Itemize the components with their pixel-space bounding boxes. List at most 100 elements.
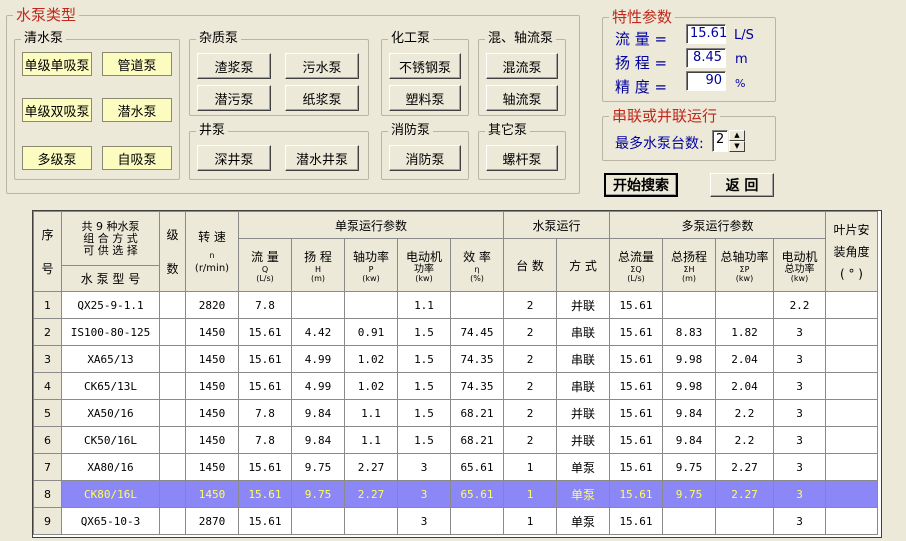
total-shaft-power-cell: 2.2 — [715, 399, 774, 427]
blade-angle-cell — [825, 507, 878, 535]
total-flow-cell: 15.61 — [609, 318, 663, 346]
table-row[interactable]: 8 CK80/16L 1450 15.61 9.75 2.27 3 65.61 1 单泵 15.61… — [33, 480, 878, 508]
table-row[interactable]: 1 QX25-9-1.1 2820 7.8 1.1 2 并联 15.61 2.2 — [33, 291, 878, 319]
table-row[interactable]: 9 QX65-10-3 2870 15.61 3 1 单泵 15.61 3 — [33, 507, 878, 535]
spin-down-button[interactable]: ▼ — [729, 141, 745, 152]
motor-power-cell: 3 — [397, 453, 451, 481]
pump-count-cell: 2 — [503, 345, 557, 373]
total-shaft-power-cell — [715, 507, 774, 535]
impurity-pump-title: 杂质泵 — [199, 31, 239, 46]
model-cell: QX65-10-3 — [61, 507, 160, 535]
submersible-pump-button[interactable]: 潜水泵 — [102, 98, 172, 122]
run-mode-cell: 串联 — [556, 318, 610, 346]
seq-cell: 2 — [33, 318, 62, 346]
efficiency-cell — [450, 291, 504, 319]
submersible-well-pump-button[interactable]: 潜水井泵 — [285, 145, 359, 171]
well-pump-title: 井泵 — [199, 123, 226, 138]
plastic-pump-button[interactable]: 塑料泵 — [389, 85, 461, 111]
motor-power-cell: 1.5 — [397, 345, 451, 373]
max-pump-count-input[interactable]: 2 — [712, 130, 728, 152]
efficiency-cell: 65.61 — [450, 453, 504, 481]
run-mode-cell: 单泵 — [556, 507, 610, 535]
motor-power-header: 电动机 功率 (kw) — [397, 238, 451, 292]
submersible-sewage-pump-button[interactable]: 潜污泵 — [197, 85, 271, 111]
total-head-cell: 9.84 — [662, 426, 716, 454]
pipeline-pump-button[interactable]: 管道泵 — [102, 52, 172, 76]
spin-down-icon: ▼ — [734, 142, 740, 150]
motor-power-cell: 1.5 — [397, 426, 451, 454]
flow-input[interactable]: 15.61 — [686, 24, 727, 44]
head-cell — [291, 291, 345, 319]
total-motor-power-cell: 3 — [773, 426, 826, 454]
seq-cell: 4 — [33, 372, 62, 400]
self-priming-pump-button[interactable]: 自吸泵 — [102, 146, 172, 170]
total-flow-cell: 15.61 — [609, 480, 663, 508]
total-flow-header: 总流量 ΣQ (L/s) — [609, 238, 663, 292]
motor-power-cell: 1.5 — [397, 372, 451, 400]
run-mode-cell: 单泵 — [556, 480, 610, 508]
deep-well-pump-button[interactable]: 深井泵 — [197, 145, 271, 171]
pump-count-cell: 2 — [503, 291, 557, 319]
back-button[interactable]: 返 回 — [710, 173, 774, 197]
single-stage-single-suction-button[interactable]: 单级单吸泵 — [22, 52, 92, 76]
seq-cell: 1 — [33, 291, 62, 319]
axial-flow-pump-button[interactable]: 轴流泵 — [486, 85, 558, 111]
pump-count-cell: 2 — [503, 318, 557, 346]
shaft-power-cell: 1.1 — [344, 426, 398, 454]
total-shaft-power-cell: 2.04 — [715, 372, 774, 400]
total-head-cell: 9.98 — [662, 372, 716, 400]
pump-count-cell: 2 — [503, 372, 557, 400]
seq-cell: 9 — [33, 507, 62, 535]
total-head-cell — [662, 507, 716, 535]
shaft-power-cell — [344, 507, 398, 535]
head-input[interactable]: 8.45 — [686, 48, 726, 68]
total-flow-cell: 15.61 — [609, 291, 663, 319]
sewage-pump-button[interactable]: 污水泵 — [285, 53, 359, 79]
stage-cell — [159, 372, 186, 400]
model-cell: XA65/13 — [61, 345, 160, 373]
efficiency-cell: 68.21 — [450, 399, 504, 427]
speed-header: 转 速 n (r/min) — [185, 211, 239, 292]
efficiency-cell — [450, 507, 504, 535]
total-flow-cell: 15.61 — [609, 345, 663, 373]
multistage-pump-button[interactable]: 多级泵 — [22, 146, 92, 170]
screw-pump-button[interactable]: 螺杆泵 — [486, 145, 558, 171]
head-cell: 9.75 — [291, 480, 345, 508]
blade-angle-cell — [825, 453, 878, 481]
mixed-flow-pump-button[interactable]: 混流泵 — [486, 53, 558, 79]
total-head-cell: 9.84 — [662, 399, 716, 427]
slurry-pump-button[interactable]: 渣浆泵 — [197, 53, 271, 79]
table-row[interactable]: 3 XA65/13 1450 15.61 4.99 1.02 1.5 74.35 2 串联 15.6… — [33, 345, 878, 373]
stainless-steel-pump-button[interactable]: 不锈钢泵 — [389, 53, 461, 79]
blade-angle-cell — [825, 345, 878, 373]
table-row[interactable]: 4 CK65/13L 1450 15.61 4.99 1.02 1.5 74.35 2 串联 15.… — [33, 372, 878, 400]
mode-header: 方 式 — [556, 238, 610, 292]
efficiency-header: 效 率 η (%) — [450, 238, 504, 292]
total-head-header: 总扬程 ΣH (m) — [662, 238, 716, 292]
result-table: 序号 共 9 种水泵组 合 方 式可 供 选 择 级数 转 速 n (r/min) … — [33, 211, 878, 535]
total-motor-power-cell: 3 — [773, 507, 826, 535]
motor-power-cell: 1.5 — [397, 318, 451, 346]
stage-cell — [159, 399, 186, 427]
pump-count-cell: 1 — [503, 507, 557, 535]
total-shaft-power-cell — [715, 291, 774, 319]
fire-pump-button[interactable]: 消防泵 — [389, 145, 461, 171]
precision-input[interactable]: 90 — [686, 71, 726, 91]
stage-cell — [159, 318, 186, 346]
table-row[interactable]: 5 XA50/16 1450 7.8 9.84 1.1 1.5 68.21 2 并联 15.61 9.… — [33, 399, 878, 427]
flow-cell: 7.8 — [238, 291, 292, 319]
paper-pulp-pump-button[interactable]: 纸浆泵 — [285, 85, 359, 111]
table-row[interactable]: 2 IS100-80-125 1450 15.61 4.42 0.91 1.5 74.45 2 串… — [33, 318, 878, 346]
stage-cell — [159, 480, 186, 508]
table-row[interactable]: 7 XA80/16 1450 15.61 9.75 2.27 3 65.61 1 单泵 15.61 9… — [33, 453, 878, 481]
speed-cell: 2820 — [185, 291, 239, 319]
total-motor-power-cell: 2.2 — [773, 291, 826, 319]
result-grid: 序号 共 9 种水泵组 合 方 式可 供 选 择 级数 转 速 n (r/min) … — [32, 210, 882, 538]
run-mode-cell: 并联 — [556, 399, 610, 427]
multi-pump-group-header: 多泵运行参数 — [609, 211, 826, 239]
start-search-button[interactable]: 开始搜索 — [604, 173, 678, 197]
total-motor-power-header: 电动机 总功率 (kw) — [773, 238, 826, 292]
table-row[interactable]: 6 CK50/16L 1450 7.8 9.84 1.1 1.5 68.21 2 并联 15.61 9… — [33, 426, 878, 454]
single-stage-double-suction-button[interactable]: 单级双吸泵 — [22, 98, 92, 122]
spin-up-button[interactable]: ▲ — [729, 130, 745, 141]
